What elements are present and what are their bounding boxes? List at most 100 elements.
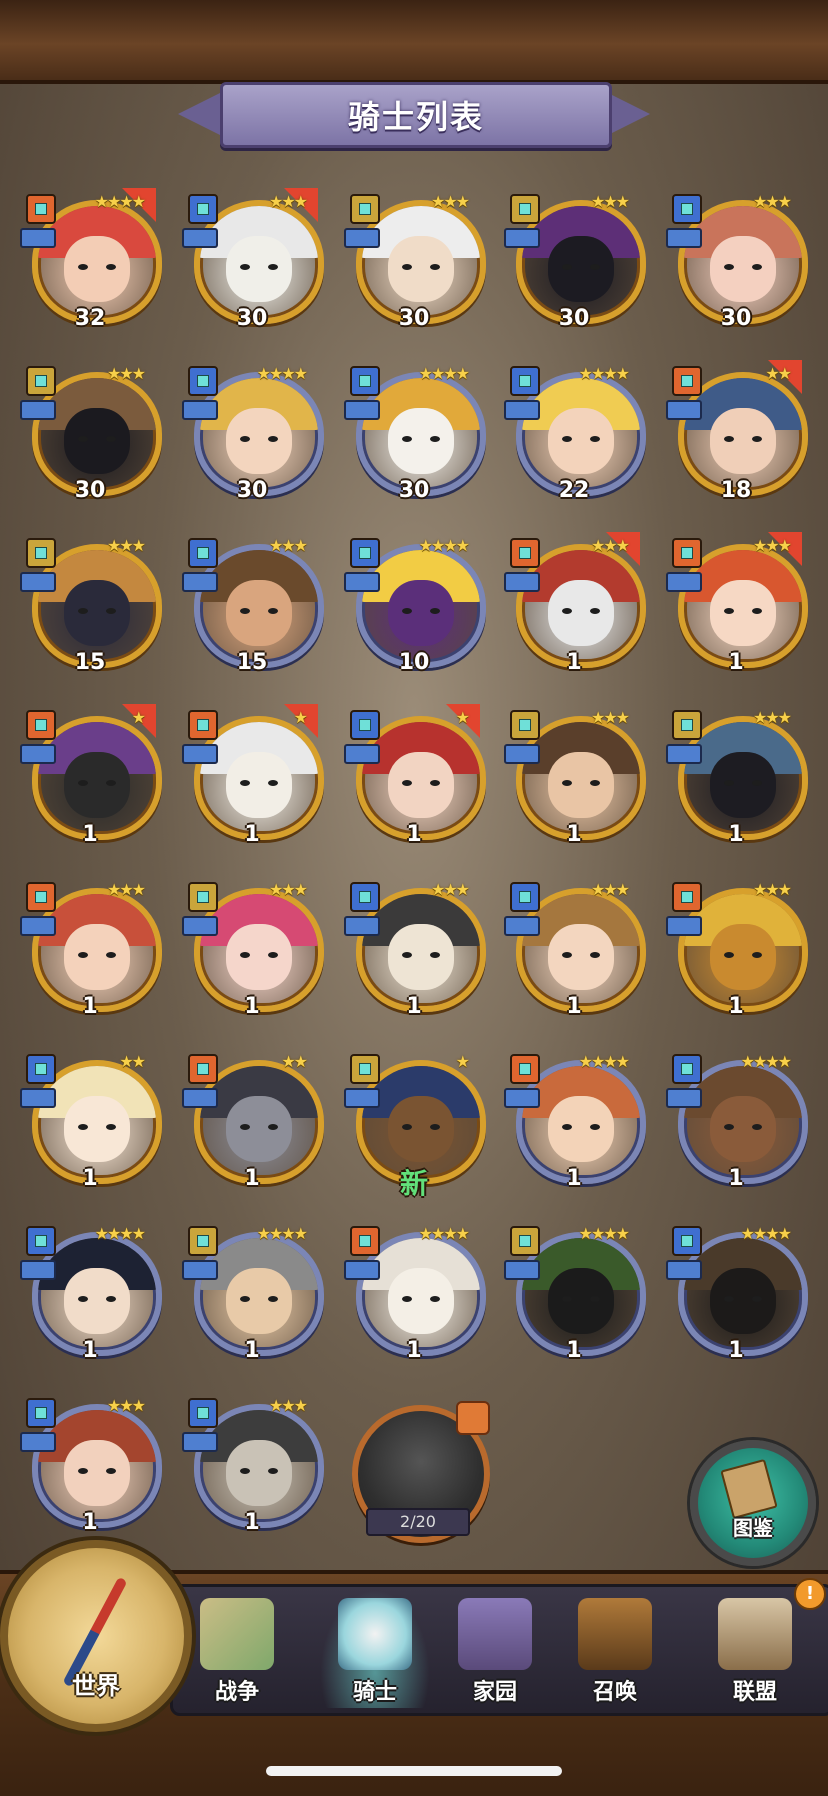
knight-level: 1 — [244, 1166, 260, 1191]
knight-card[interactable]: ★★★ 1 — [666, 876, 808, 1019]
knight-card[interactable]: ★★★★ 1 — [666, 1048, 808, 1191]
knight-card[interactable]: ★★★ 15 — [20, 532, 162, 675]
knight-card[interactable]: ★★★★ 1 — [20, 1220, 162, 1363]
eye — [752, 436, 762, 442]
knight-card[interactable]: ★★★ 1 — [20, 876, 162, 1019]
class-badge-icon — [26, 1398, 56, 1428]
alliance-alert-badge: ! — [794, 1578, 826, 1610]
nav-home[interactable]: 家园 — [440, 1590, 550, 1708]
knight-card[interactable]: ★★★★ 30 — [182, 360, 324, 503]
castle-icon — [718, 1598, 792, 1670]
knight-card[interactable]: ★ 1 — [182, 704, 324, 847]
formation-icon — [681, 891, 693, 903]
knight-card[interactable]: ★ 1 — [20, 704, 162, 847]
knight-level: 1 — [566, 650, 582, 675]
knight-card[interactable]: ★★★ 30 — [504, 188, 646, 331]
star-rating: ★★★ — [590, 708, 630, 727]
knight-card[interactable]: ★★★ 1 — [504, 532, 646, 675]
formation-icon — [681, 203, 693, 215]
knight-card[interactable]: ★★★ 1 — [182, 1392, 324, 1535]
knight-face — [388, 752, 454, 818]
knight-face — [388, 580, 454, 646]
knight-card[interactable]: ★★★ 1 — [344, 876, 486, 1019]
knight-card[interactable]: ★★★★ 1 — [182, 1220, 324, 1363]
star-rating: ★★★ — [752, 880, 792, 899]
knight-card[interactable]: ★★ 1 — [20, 1048, 162, 1191]
knight-card[interactable]: ★★★ 1 — [666, 532, 808, 675]
knight-card[interactable]: ★★★★ 1 — [504, 1048, 646, 1191]
nav-alliance-label: 联盟 — [732, 1680, 777, 1705]
nav-knights[interactable]: 骑士 — [320, 1590, 430, 1708]
knight-level: 1 — [728, 994, 744, 1019]
knight-card[interactable]: ★ 1 — [344, 704, 486, 847]
knight-card[interactable]: ★★★★ 1 — [666, 1220, 808, 1363]
nav-summon-label: 召唤 — [592, 1680, 637, 1705]
knight-card[interactable]: ★★★ 1 — [182, 876, 324, 1019]
knight-card[interactable]: ★★★ 1 — [504, 704, 646, 847]
knight-face — [64, 924, 130, 990]
weapon-badge-icon — [504, 1260, 540, 1280]
class-badge-icon — [510, 1054, 540, 1084]
knight-card[interactable]: ★★★★ 10 — [344, 532, 486, 675]
star-rating: ★★ — [281, 1052, 308, 1071]
knight-face — [710, 408, 776, 474]
knight-level: 1 — [82, 1510, 98, 1535]
knight-card[interactable]: ★★★ 30 — [182, 188, 324, 331]
knight-card[interactable]: ★★★★ 30 — [344, 360, 486, 503]
knight-card[interactable]: ★★★★ 1 — [504, 1220, 646, 1363]
eye — [724, 952, 734, 958]
class-badge-icon — [188, 538, 218, 568]
knight-face — [226, 752, 292, 818]
star-rating: ★★★★ — [578, 1224, 630, 1243]
weapon-badge-icon — [504, 228, 540, 248]
eye — [240, 264, 250, 270]
eye — [268, 264, 278, 270]
class-badge-icon — [510, 1226, 540, 1256]
knight-card[interactable]: ★★★ 1 — [666, 704, 808, 847]
knight-card[interactable]: ★★ 1 — [182, 1048, 324, 1191]
knight-level: 1 — [406, 994, 422, 1019]
knight-card[interactable]: ★★★ 30 — [666, 188, 808, 331]
house-icon — [458, 1598, 532, 1670]
weapon-badge-icon — [344, 916, 380, 936]
knight-card[interactable]: ★★★ 30 — [344, 188, 486, 331]
eye — [724, 1296, 734, 1302]
formation-icon — [197, 1407, 209, 1419]
eye — [106, 780, 116, 786]
knight-icon — [338, 1598, 412, 1670]
class-badge-icon — [350, 1054, 380, 1084]
nav-knights-label: 骑士 — [352, 1680, 397, 1705]
knight-card[interactable]: ★★★ 30 — [20, 360, 162, 503]
star-rating: ★ — [293, 708, 308, 727]
eye — [78, 436, 88, 442]
star-rating: ★★★ — [752, 536, 792, 555]
star-rating: ★★★ — [752, 192, 792, 211]
formation-icon — [359, 891, 371, 903]
weapon-badge-icon — [182, 744, 218, 764]
knight-face — [548, 580, 614, 646]
nav-summon[interactable]: 召唤 — [560, 1590, 670, 1708]
home-indicator[interactable] — [266, 1766, 562, 1776]
nav-alliance[interactable]: 联盟 — [700, 1590, 810, 1708]
knight-card[interactable]: ★★★★ 1 — [344, 1220, 486, 1363]
knight-card[interactable]: ★★★★ 32 — [20, 188, 162, 331]
knight-level: 1 — [244, 1338, 260, 1363]
codex-button[interactable]: 图鉴 — [690, 1440, 816, 1566]
knight-card[interactable]: ★ 新 — [344, 1048, 486, 1200]
eye — [590, 1124, 600, 1130]
knight-level: 1 — [566, 822, 582, 847]
world-compass-button[interactable]: 世界 — [0, 1540, 192, 1732]
weapon-badge-icon — [666, 744, 702, 764]
knight-card[interactable]: ★★★★ 22 — [504, 360, 646, 503]
fragment-progress: 2/20 — [366, 1508, 470, 1536]
knight-card[interactable]: ★★★ 1 — [20, 1392, 162, 1535]
knight-card[interactable]: ★★★ 1 — [504, 876, 646, 1019]
eye — [268, 1296, 278, 1302]
formation-icon — [681, 719, 693, 731]
knight-card[interactable]: ★★ 18 — [666, 360, 808, 503]
class-badge-icon — [510, 882, 540, 912]
knight-card[interactable]: ★★★ 15 — [182, 532, 324, 675]
nav-war[interactable]: 战争 — [182, 1590, 292, 1708]
eye — [402, 1296, 412, 1302]
knight-level: 1 — [82, 1166, 98, 1191]
